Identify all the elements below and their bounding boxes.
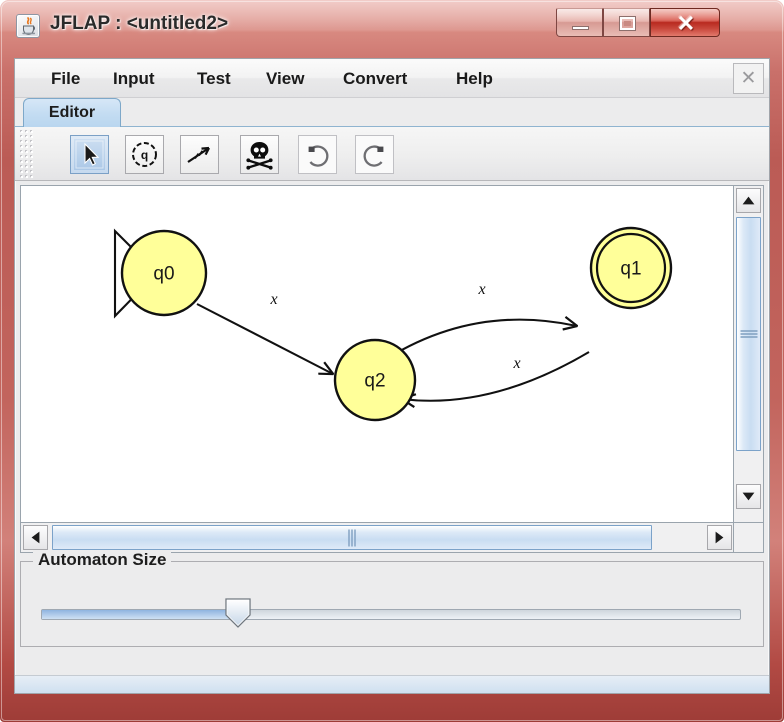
arrow-transition-icon [187,146,210,163]
scroll-down-button[interactable] [736,484,761,509]
automaton-size-slider-fill [42,610,238,619]
close-window-button[interactable]: ✕ [650,8,720,37]
chevron-up-icon [742,196,755,205]
minimize-button[interactable] [556,8,603,37]
menu-test[interactable]: Test [193,67,235,91]
automaton-size-slider-thumb[interactable] [225,598,251,628]
transition-q2-q1[interactable] [387,320,577,359]
menubar-close-icon[interactable]: ✕ [733,63,764,94]
skull-crossbones-icon [246,142,273,170]
scrollbar-corner [733,522,763,552]
tab-strip: Editor [15,98,769,127]
toolbar-drag-handle[interactable] [19,129,35,179]
menu-file[interactable]: File [47,67,84,91]
automaton-size-panel: Automaton Size [20,550,764,647]
redo-arrow-icon [363,145,384,167]
chevron-right-icon [715,531,724,544]
automaton-canvas[interactable]: q0 q2 q1 x x x [21,186,734,523]
state-q0[interactable]: q0 [120,229,208,317]
automaton-size-slider-track[interactable] [41,609,741,620]
state-q0-label: q0 [153,264,174,285]
transition-label-q2-q1: x [477,281,485,298]
undo-arrow-icon [308,145,329,167]
vertical-scrollbar[interactable] [733,186,763,523]
automaton-size-legend: Automaton Size [33,550,172,570]
menu-help[interactable]: Help [452,67,497,91]
scroll-up-button[interactable] [736,188,761,213]
state-q1[interactable]: q1 [589,226,673,310]
state-creator-tool[interactable]: q [125,135,164,174]
menu-bar: File Input Test View Convert Help ✕ [15,59,769,98]
maximize-icon-inner [624,21,631,26]
tab-editor[interactable]: Editor [23,98,121,127]
state-q2-label: q2 [364,371,385,392]
transition-q0-q2[interactable] [196,303,333,374]
menu-view[interactable]: View [262,67,308,91]
horizontal-scrollbar[interactable] [21,522,734,552]
transition-label-q0-q2: x [269,291,277,308]
transition-creator-tool[interactable] [180,135,219,174]
svg-text:q: q [141,148,148,162]
scroll-right-button[interactable] [707,525,732,550]
minimize-icon [572,26,589,30]
menu-convert[interactable]: Convert [339,67,411,91]
transition-label-q1-q2: x [512,355,520,372]
horizontal-scrollbar-thumb[interactable] [52,525,652,550]
maximize-icon [619,16,636,31]
state-circle-q-icon: q [132,142,157,167]
client-area: File Input Test View Convert Help ✕ Edit… [14,58,770,694]
chevron-left-icon [31,531,40,544]
status-strip [15,675,769,693]
button-gloss [557,9,602,22]
chevron-down-icon [742,492,755,501]
window-title: JFLAP : <untitled2> [50,13,229,34]
menu-input[interactable]: Input [109,67,159,91]
close-icon: ✕ [676,10,696,36]
titlebar[interactable]: JFLAP : <untitled2> ✕ [8,6,776,52]
application-window: JFLAP : <untitled2> ✕ File Input Test Vi… [0,0,784,722]
state-q2[interactable]: q2 [333,338,417,422]
maximize-button[interactable] [603,8,650,37]
scrollbar-grip-icon [348,529,356,546]
transition-q1-q2[interactable] [402,351,590,401]
deleter-tool[interactable] [240,135,279,174]
state-q1-label: q1 [620,259,641,280]
attribute-editor-tool[interactable] [70,135,109,174]
scroll-left-button[interactable] [23,525,48,550]
redo-button[interactable] [355,135,394,174]
cursor-arrow-icon [75,140,104,169]
undo-button[interactable] [298,135,337,174]
automaton-editor-area: q0 q2 q1 x x x [20,185,764,553]
vertical-scrollbar-thumb[interactable] [736,217,761,451]
scrollbar-grip-icon [740,330,757,338]
editor-toolbar: q [15,127,769,181]
java-coffee-cup-icon [16,14,40,38]
slider-thumb-icon [225,598,251,628]
